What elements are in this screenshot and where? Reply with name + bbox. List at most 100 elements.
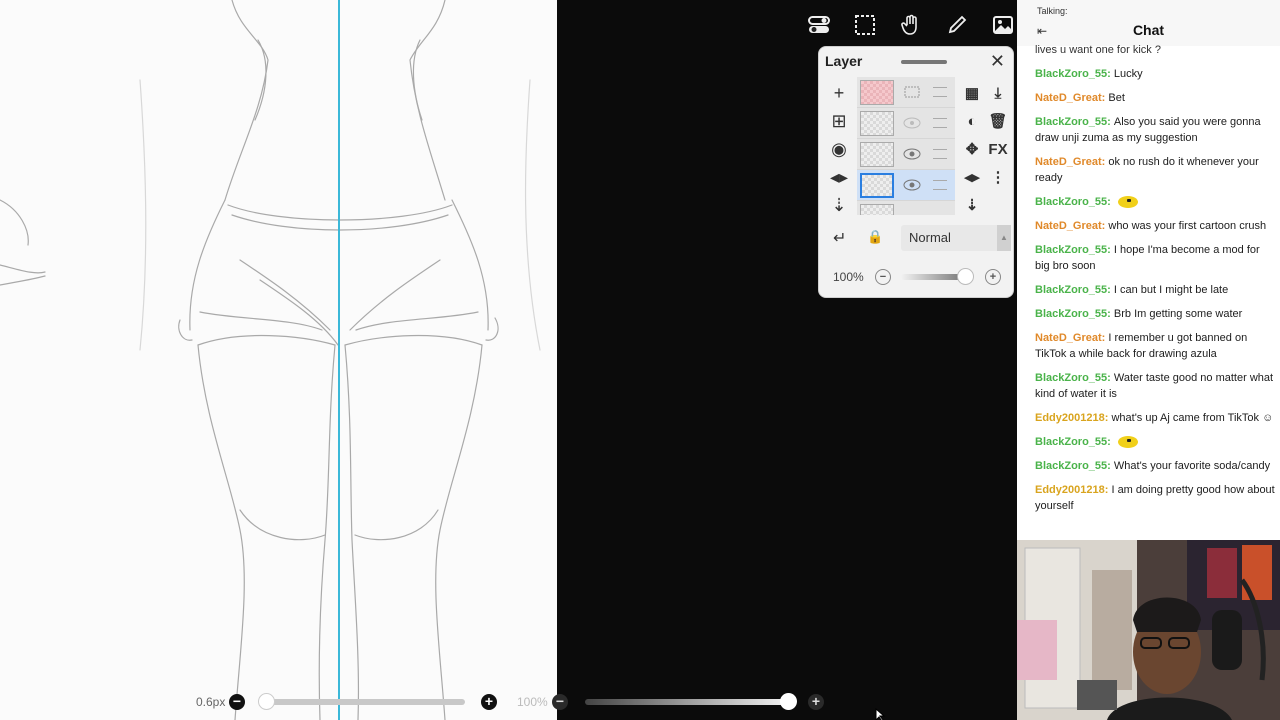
chat-username[interactable]: BlackZoro_55 (1035, 284, 1107, 296)
layer-thumbnail[interactable] (860, 142, 894, 167)
flip-horizontal-icon[interactable]: ◂▸ (827, 163, 851, 191)
pen-icon (948, 15, 967, 34)
brush-opacity-slider-thumb[interactable] (780, 693, 797, 710)
brush-opacity-decrease-button[interactable]: − (552, 694, 568, 710)
layer-row[interactable] (857, 201, 955, 215)
chat-colon: : (1107, 460, 1114, 472)
add-layer-icon[interactable]: + (827, 79, 851, 107)
download-icon[interactable]: ⤓ (985, 79, 1011, 107)
more-options-icon[interactable]: ⋮ (985, 163, 1011, 191)
transparency-icon[interactable]: ▦ (959, 79, 985, 107)
lock-icon[interactable]: 🔒 (867, 229, 883, 245)
chat-message: BlackZoro_55: Lucky (1035, 66, 1277, 82)
chat-username[interactable]: BlackZoro_55 (1035, 308, 1107, 320)
chat-username[interactable]: BlackZoro_55 (1035, 460, 1107, 472)
chat-username[interactable]: BlackZoro_55 (1035, 196, 1107, 208)
merge-down-icon[interactable]: ⇣ (827, 191, 851, 219)
layer-thumbnail[interactable] (860, 80, 894, 105)
chat-title: Chat (1132, 22, 1165, 38)
chat-colon: : (1107, 284, 1114, 296)
chat-message-text: Brb Im getting some water (1113, 308, 1243, 320)
brush-opacity-value: 100% (517, 695, 548, 709)
chat-username[interactable]: BlackZoro_55 (1035, 436, 1107, 448)
chat-username[interactable]: BlackZoro_55 (1035, 244, 1107, 256)
top-toolbar (800, 8, 1022, 42)
layer-menu-icon[interactable] (933, 87, 947, 97)
chat-username[interactable]: NateD_Great (1035, 220, 1102, 232)
layer-opacity-value: 100% (833, 270, 864, 284)
chat-message: NateD_Great: I remember u got banned on … (1035, 330, 1277, 362)
chat-username[interactable]: BlackZoro_55 (1035, 116, 1107, 128)
layer-thumbnail[interactable] (860, 204, 894, 215)
merge-icon[interactable]: ⇣ (959, 191, 985, 219)
brush-opacity-increase-button[interactable]: + (808, 694, 824, 710)
talking-label: Talking: (1037, 6, 1068, 16)
blend-mode-select[interactable]: Normal ▲ (901, 225, 1011, 251)
adjust-icon[interactable]: ◐ (959, 107, 985, 135)
opacity-increase-button[interactable]: + (985, 269, 1001, 285)
chat-username[interactable]: BlackZoro_55 (1035, 68, 1107, 80)
chat-message: BlackZoro_55: What's your favorite soda/… (1035, 458, 1277, 474)
layer-row-selected[interactable] (857, 170, 955, 201)
fx-icon[interactable]: FX (985, 135, 1011, 163)
toggle-tool-button[interactable] (800, 8, 838, 42)
opacity-slider-thumb[interactable] (957, 268, 974, 285)
eye-icon[interactable] (903, 117, 921, 129)
chat-username[interactable]: BlackZoro_55 (1035, 372, 1107, 384)
layer-menu-icon[interactable] (933, 118, 947, 128)
eye-icon[interactable] (903, 179, 921, 191)
layer-thumbnail[interactable] (860, 111, 894, 136)
chat-message-text: I can but I might be late (1113, 284, 1229, 296)
chat-username[interactable]: NateD_Great (1035, 332, 1102, 344)
layer-menu-icon[interactable] (933, 149, 947, 159)
chat-header: Talking: ⇤ Chat (1017, 0, 1280, 46)
chat-colon: : (1107, 196, 1114, 208)
chat-message: Eddy2001218: what's up Aj came from TikT… (1035, 410, 1277, 426)
layer-opacity-row: 100% − + (827, 267, 1007, 287)
layer-row[interactable] (857, 139, 955, 170)
drag-handle[interactable] (901, 60, 947, 64)
brush-size-increase-button[interactable]: + (481, 694, 497, 710)
chat-colon: : (1107, 436, 1114, 448)
hand-tool-button[interactable] (892, 8, 930, 42)
close-icon[interactable]: ✕ (990, 51, 1005, 72)
chat-username[interactable]: NateD_Great (1035, 156, 1102, 168)
chat-colon: : (1107, 244, 1114, 256)
clip-icon[interactable]: ↵ (833, 228, 846, 248)
layer-list[interactable] (857, 77, 955, 215)
chat-username[interactable]: NateD_Great (1035, 92, 1102, 104)
trash-icon[interactable]: 🗑 (985, 107, 1011, 135)
layer-thumbnail[interactable] (860, 173, 894, 198)
chat-message: BlackZoro_55: (1035, 434, 1277, 450)
opacity-decrease-button[interactable]: − (875, 269, 891, 285)
layer-row[interactable] (857, 108, 955, 139)
eye-icon[interactable] (903, 148, 921, 160)
selection-tool-button[interactable] (846, 8, 884, 42)
move-icon[interactable]: ✥ (959, 135, 985, 163)
mask-icon[interactable] (903, 86, 921, 98)
chat-message: BlackZoro_55: Water taste good no matter… (1035, 370, 1277, 402)
flip-icon[interactable]: ◂▸ (959, 163, 985, 191)
emote-icon (1117, 436, 1138, 449)
layer-actions-left: + ⊞ ◉ ◂▸ ⇣ (827, 79, 851, 219)
layer-actions-right: ▦ ⤓ ◐ 🗑 ✥ FX ◂▸ ⋮ ⇣ (959, 79, 1011, 219)
stream-chat: Talking: ⇤ Chat lives u want one for kic… (1017, 0, 1280, 540)
pen-tool-button[interactable] (938, 8, 976, 42)
symmetry-guide-line[interactable] (338, 0, 340, 720)
brush-size-slider-thumb[interactable] (258, 693, 275, 710)
webcam-image (1017, 540, 1280, 720)
drawing-canvas[interactable] (0, 0, 557, 720)
layer-menu-icon[interactable] (933, 180, 947, 190)
marquee-selection-icon (855, 15, 875, 35)
layer-panel: Layer ✕ + ⊞ ◉ ◂▸ ⇣ ▦ ⤓ ◐ 🗑 ✥ FX ◂▸ ⋮ ⇣ ↵… (818, 46, 1014, 298)
add-folder-icon[interactable]: ⊞ (827, 107, 851, 135)
brush-size-decrease-button[interactable]: − (229, 694, 245, 710)
chat-username[interactable]: Eddy2001218 (1035, 484, 1105, 496)
chat-username[interactable]: Eddy2001218 (1035, 412, 1105, 424)
chat-colon: : (1107, 308, 1114, 320)
brush-size-slider-track[interactable] (260, 699, 465, 705)
camera-icon[interactable]: ◉ (827, 135, 851, 163)
layer-row[interactable] (857, 77, 955, 108)
chat-message-text: what's up Aj came from TikTok ☺ (1111, 412, 1274, 424)
brush-opacity-slider-track[interactable] (585, 699, 790, 705)
